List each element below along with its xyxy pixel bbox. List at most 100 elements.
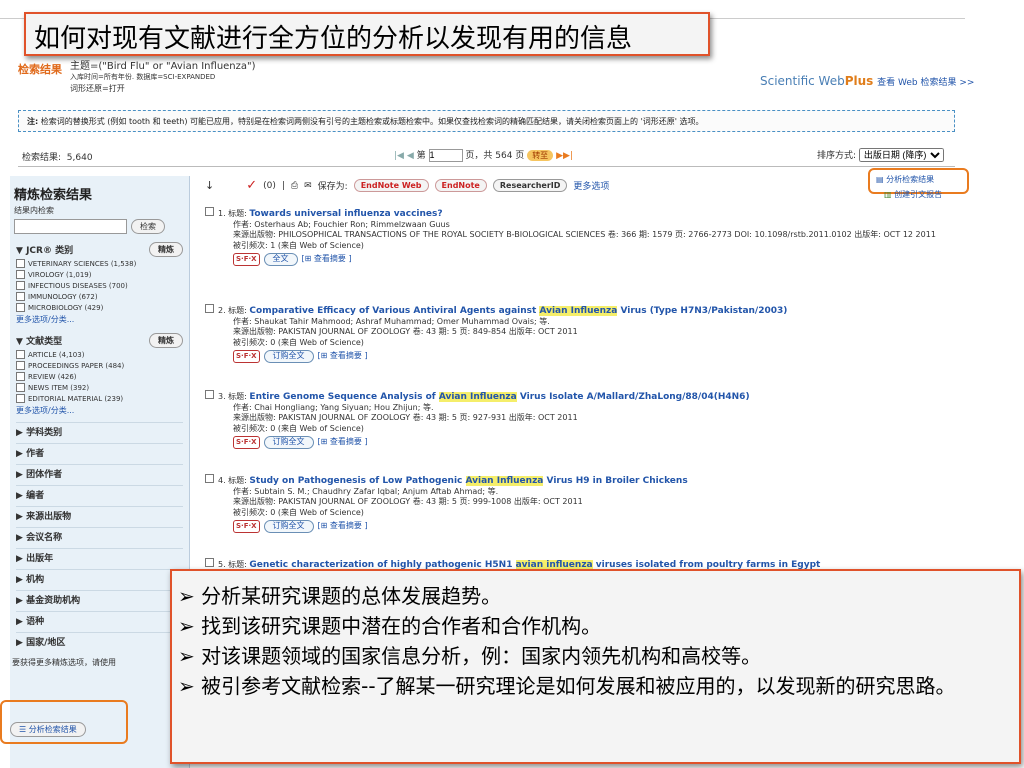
view-abstract-link[interactable]: [⊞ 查看摘要 ] (318, 351, 368, 360)
analyze-note: 要获得更多精炼选项，请使用 (12, 658, 116, 667)
title-text: Entire Genome Sequence Analysis of (249, 392, 439, 402)
facet-item[interactable]: INFECTIOUS DISEASES (700) (16, 281, 183, 290)
triangle-down-icon[interactable]: ▼ (16, 246, 23, 256)
refine-button-jcr[interactable]: 精炼 (149, 242, 183, 257)
collapsed-facet-label: 编者 (26, 491, 45, 501)
checkbox[interactable] (16, 361, 25, 370)
collapsed-facet[interactable]: ▶ 国家/地区 (16, 632, 183, 653)
collapsed-facet-label: 作者 (26, 449, 45, 459)
collapsed-facet[interactable]: ▶ 编者 (16, 485, 183, 506)
webplus-logo[interactable]: Scientific WebPlus 查看 Web 检索结果 >> (760, 74, 974, 88)
triangle-right-icon: ▶ (16, 491, 27, 501)
fulltext-button[interactable]: 订购全文 (263, 436, 314, 449)
facet-item[interactable]: EDITORIAL MATERIAL (239) (16, 394, 183, 403)
search-within-button[interactable]: 检索 (131, 219, 165, 234)
collapsed-facet[interactable]: ▶ 机构 (16, 569, 183, 590)
facet-item-label: VETERINARY SCIENCES (1,538) (28, 259, 137, 268)
collapsed-facet[interactable]: ▶ 基金资助机构 (16, 590, 183, 611)
print-icon[interactable]: ⎙ (291, 181, 298, 191)
sort-select[interactable]: 出版日期 (降序) (858, 148, 944, 162)
refine-button-doctype[interactable]: 精炼 (149, 333, 183, 348)
view-abstract-link[interactable]: [⊞ 查看摘要 ] (318, 521, 368, 530)
prev-page-icon[interactable]: ◀ (407, 151, 414, 161)
marked-list-icon[interactable]: ✓ (246, 178, 257, 193)
record-authors: 作者: Chai Hongliang; Yang Siyuan; Hou Zhi… (233, 402, 434, 412)
record-number: 5. (218, 560, 226, 569)
facet-item-label: MICROBIOLOGY (429) (28, 303, 104, 312)
collapsed-facet-label: 来源出版物 (26, 512, 72, 522)
collapsed-facet[interactable]: ▶ 团体作者 (16, 464, 183, 485)
title-text: Virus H9 in Broiler Chickens (543, 476, 688, 486)
title-label: 标题: (225, 209, 250, 218)
checkbox[interactable] (16, 383, 25, 392)
citation-report-link[interactable]: ▥ 创建引文报告 (884, 189, 942, 200)
endnote-web-button[interactable]: EndNote Web (353, 179, 429, 192)
fulltext-button[interactable]: 订购全文 (263, 350, 314, 363)
sfx-button[interactable]: S·F·X (233, 520, 260, 533)
facet-item-label: PROCEEDINGS PAPER (484) (28, 361, 125, 370)
checkbox[interactable] (16, 270, 25, 279)
page-number-input[interactable] (428, 148, 463, 162)
view-web-results-link[interactable]: 查看 Web 检索结果 >> (877, 78, 974, 88)
checkbox[interactable] (16, 303, 25, 312)
record-authors: 作者: Shaukat Tahir Mahmood; Ashraf Muhamm… (233, 316, 550, 326)
collapsed-facet[interactable]: ▶ 出版年 (16, 548, 183, 569)
collapsed-facet-label: 学科类别 (26, 428, 63, 438)
sfx-button[interactable]: S·F·X (233, 253, 260, 266)
last-page-icon[interactable]: ▶| (563, 151, 573, 161)
facet-item[interactable]: REVIEW (426) (16, 372, 183, 381)
sfx-button[interactable]: S·F·X (233, 436, 260, 449)
collapsed-facet[interactable]: ▶ 作者 (16, 443, 183, 464)
record-title[interactable]: Study on Pathogenesis of Low Pathogenic … (249, 476, 688, 486)
fulltext-button[interactable]: 订购全文 (263, 520, 314, 533)
record-title[interactable]: Towards universal influenza vaccines? (249, 209, 442, 219)
record-title[interactable]: Comparative Efficacy of Various Antivira… (249, 306, 787, 316)
sidebar-analyze-button[interactable]: ☰ 分析检索结果 (10, 722, 86, 737)
checkbox[interactable] (16, 292, 25, 301)
first-page-icon[interactable]: |◀ (394, 151, 404, 161)
title-text: Virus Isolate A/Mallard/ZhaLong/88/04(H4… (516, 392, 750, 402)
endnote-button[interactable]: EndNote (434, 179, 487, 192)
checkbox[interactable] (16, 394, 25, 403)
facet-item[interactable]: VETERINARY SCIENCES (1,538) (16, 259, 183, 268)
record-title[interactable]: Entire Genome Sequence Analysis of Avian… (249, 392, 750, 402)
researcherid-button[interactable]: ResearcherID (492, 179, 568, 192)
view-abstract-link[interactable]: [⊞ 查看摘要 ] (318, 437, 368, 446)
checkbox[interactable] (16, 350, 25, 359)
collapsed-facet[interactable]: ▶ 会议名称 (16, 527, 183, 548)
result-record: 2. 标题: Comparative Efficacy of Various A… (205, 304, 965, 363)
facet-item[interactable]: PROCEEDINGS PAPER (484) (16, 361, 183, 370)
facet-item[interactable]: ARTICLE (4,103) (16, 350, 183, 359)
search-within-input[interactable] (14, 219, 127, 234)
go-button[interactable]: 转至 (527, 150, 554, 161)
next-page-icon[interactable]: ▶ (556, 151, 563, 161)
view-abstract-link[interactable]: [⊞ 查看摘要 ] (302, 254, 352, 263)
query-timespan: 入库时间=所有年份. 数据库=SCI-EXPANDED (70, 73, 216, 81)
record-checkbox[interactable] (205, 304, 214, 313)
facet-item[interactable]: NEWS ITEM (392) (16, 383, 183, 392)
triangle-right-icon: ▶ (16, 554, 27, 564)
record-checkbox[interactable] (205, 390, 214, 399)
record-checkbox[interactable] (205, 474, 214, 483)
more-options-link[interactable]: 更多选项 (573, 179, 609, 192)
more-options-link-doctype[interactable]: 更多选项/分类... (16, 405, 183, 416)
more-options-link-jcr[interactable]: 更多选项/分类... (16, 314, 183, 325)
facet-item-label: REVIEW (426) (28, 372, 77, 381)
collapsed-facet[interactable]: ▶ 语种 (16, 611, 183, 632)
title-highlight: Avian Influenza (438, 392, 517, 402)
checkbox[interactable] (16, 372, 25, 381)
email-icon[interactable]: ✉ (304, 181, 312, 191)
record-checkbox[interactable] (205, 207, 214, 216)
checkbox[interactable] (16, 259, 25, 268)
facet-item[interactable]: VIROLOGY (1,019) (16, 270, 183, 279)
facet-item[interactable]: IMMUNOLOGY (672) (16, 292, 183, 301)
collapsed-facet[interactable]: ▶ 来源出版物 (16, 506, 183, 527)
fulltext-button[interactable]: 全文 (263, 253, 298, 266)
facet-item[interactable]: MICROBIOLOGY (429) (16, 303, 183, 312)
checkbox[interactable] (16, 281, 25, 290)
triangle-down-icon[interactable]: ▼ (16, 337, 23, 347)
record-checkbox[interactable] (205, 558, 214, 567)
record-actions: S·F·X 订购全文 [⊞ 查看摘要 ] (205, 350, 965, 363)
collapsed-facet[interactable]: ▶ 学科类别 (16, 422, 183, 443)
sfx-button[interactable]: S·F·X (233, 350, 260, 363)
